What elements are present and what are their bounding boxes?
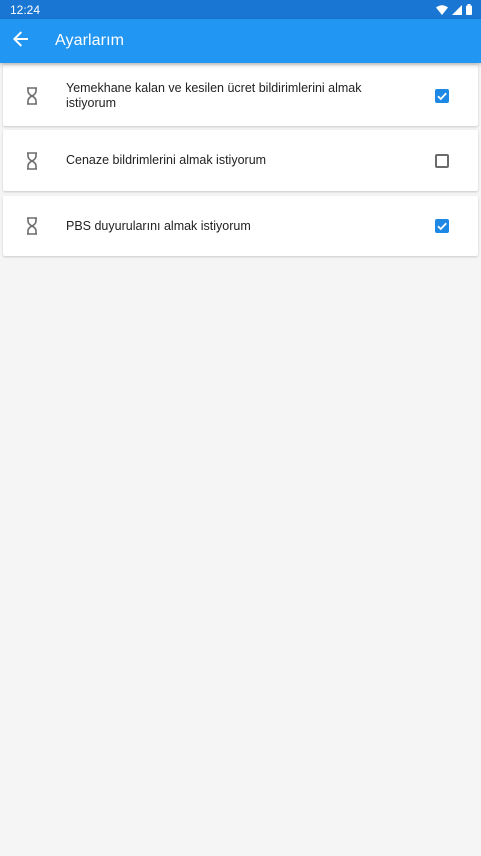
status-bar: 12:24 <box>0 0 481 19</box>
battery-icon <box>466 4 472 15</box>
pbs-checkbox[interactable] <box>435 219 449 233</box>
setting-label: Yemekhane kalan ve kesilen ücret bildiri… <box>66 81 362 110</box>
back-button[interactable] <box>1 19 41 63</box>
wifi-icon <box>436 4 448 15</box>
setting-row-cafeteria[interactable]: Yemekhane kalan ve kesilen ücret bildiri… <box>3 65 478 126</box>
setting-row-pbs[interactable]: PBS duyurularını almak istiyorum <box>3 196 478 256</box>
funeral-checkbox[interactable] <box>435 153 449 168</box>
cell-signal-icon <box>452 4 462 15</box>
setting-label: PBS duyurularını almak istiyorum <box>66 219 251 233</box>
hourglass-icon <box>25 217 39 235</box>
setting-label: Cenaze bildrimlerini almak istiyorum <box>66 153 267 167</box>
arrow-back-icon <box>13 30 29 52</box>
app-bar: Ayarlarım <box>0 19 481 63</box>
status-time: 12:24 <box>10 2 41 17</box>
setting-row-funeral[interactable]: Cenaze bildrimlerini almak istiyorum <box>3 130 478 191</box>
cafeteria-checkbox[interactable] <box>435 88 449 103</box>
hourglass-icon <box>25 151 39 170</box>
hourglass-icon <box>25 86 39 105</box>
page-title: Ayarlarım <box>55 32 125 49</box>
status-icons <box>436 4 472 15</box>
